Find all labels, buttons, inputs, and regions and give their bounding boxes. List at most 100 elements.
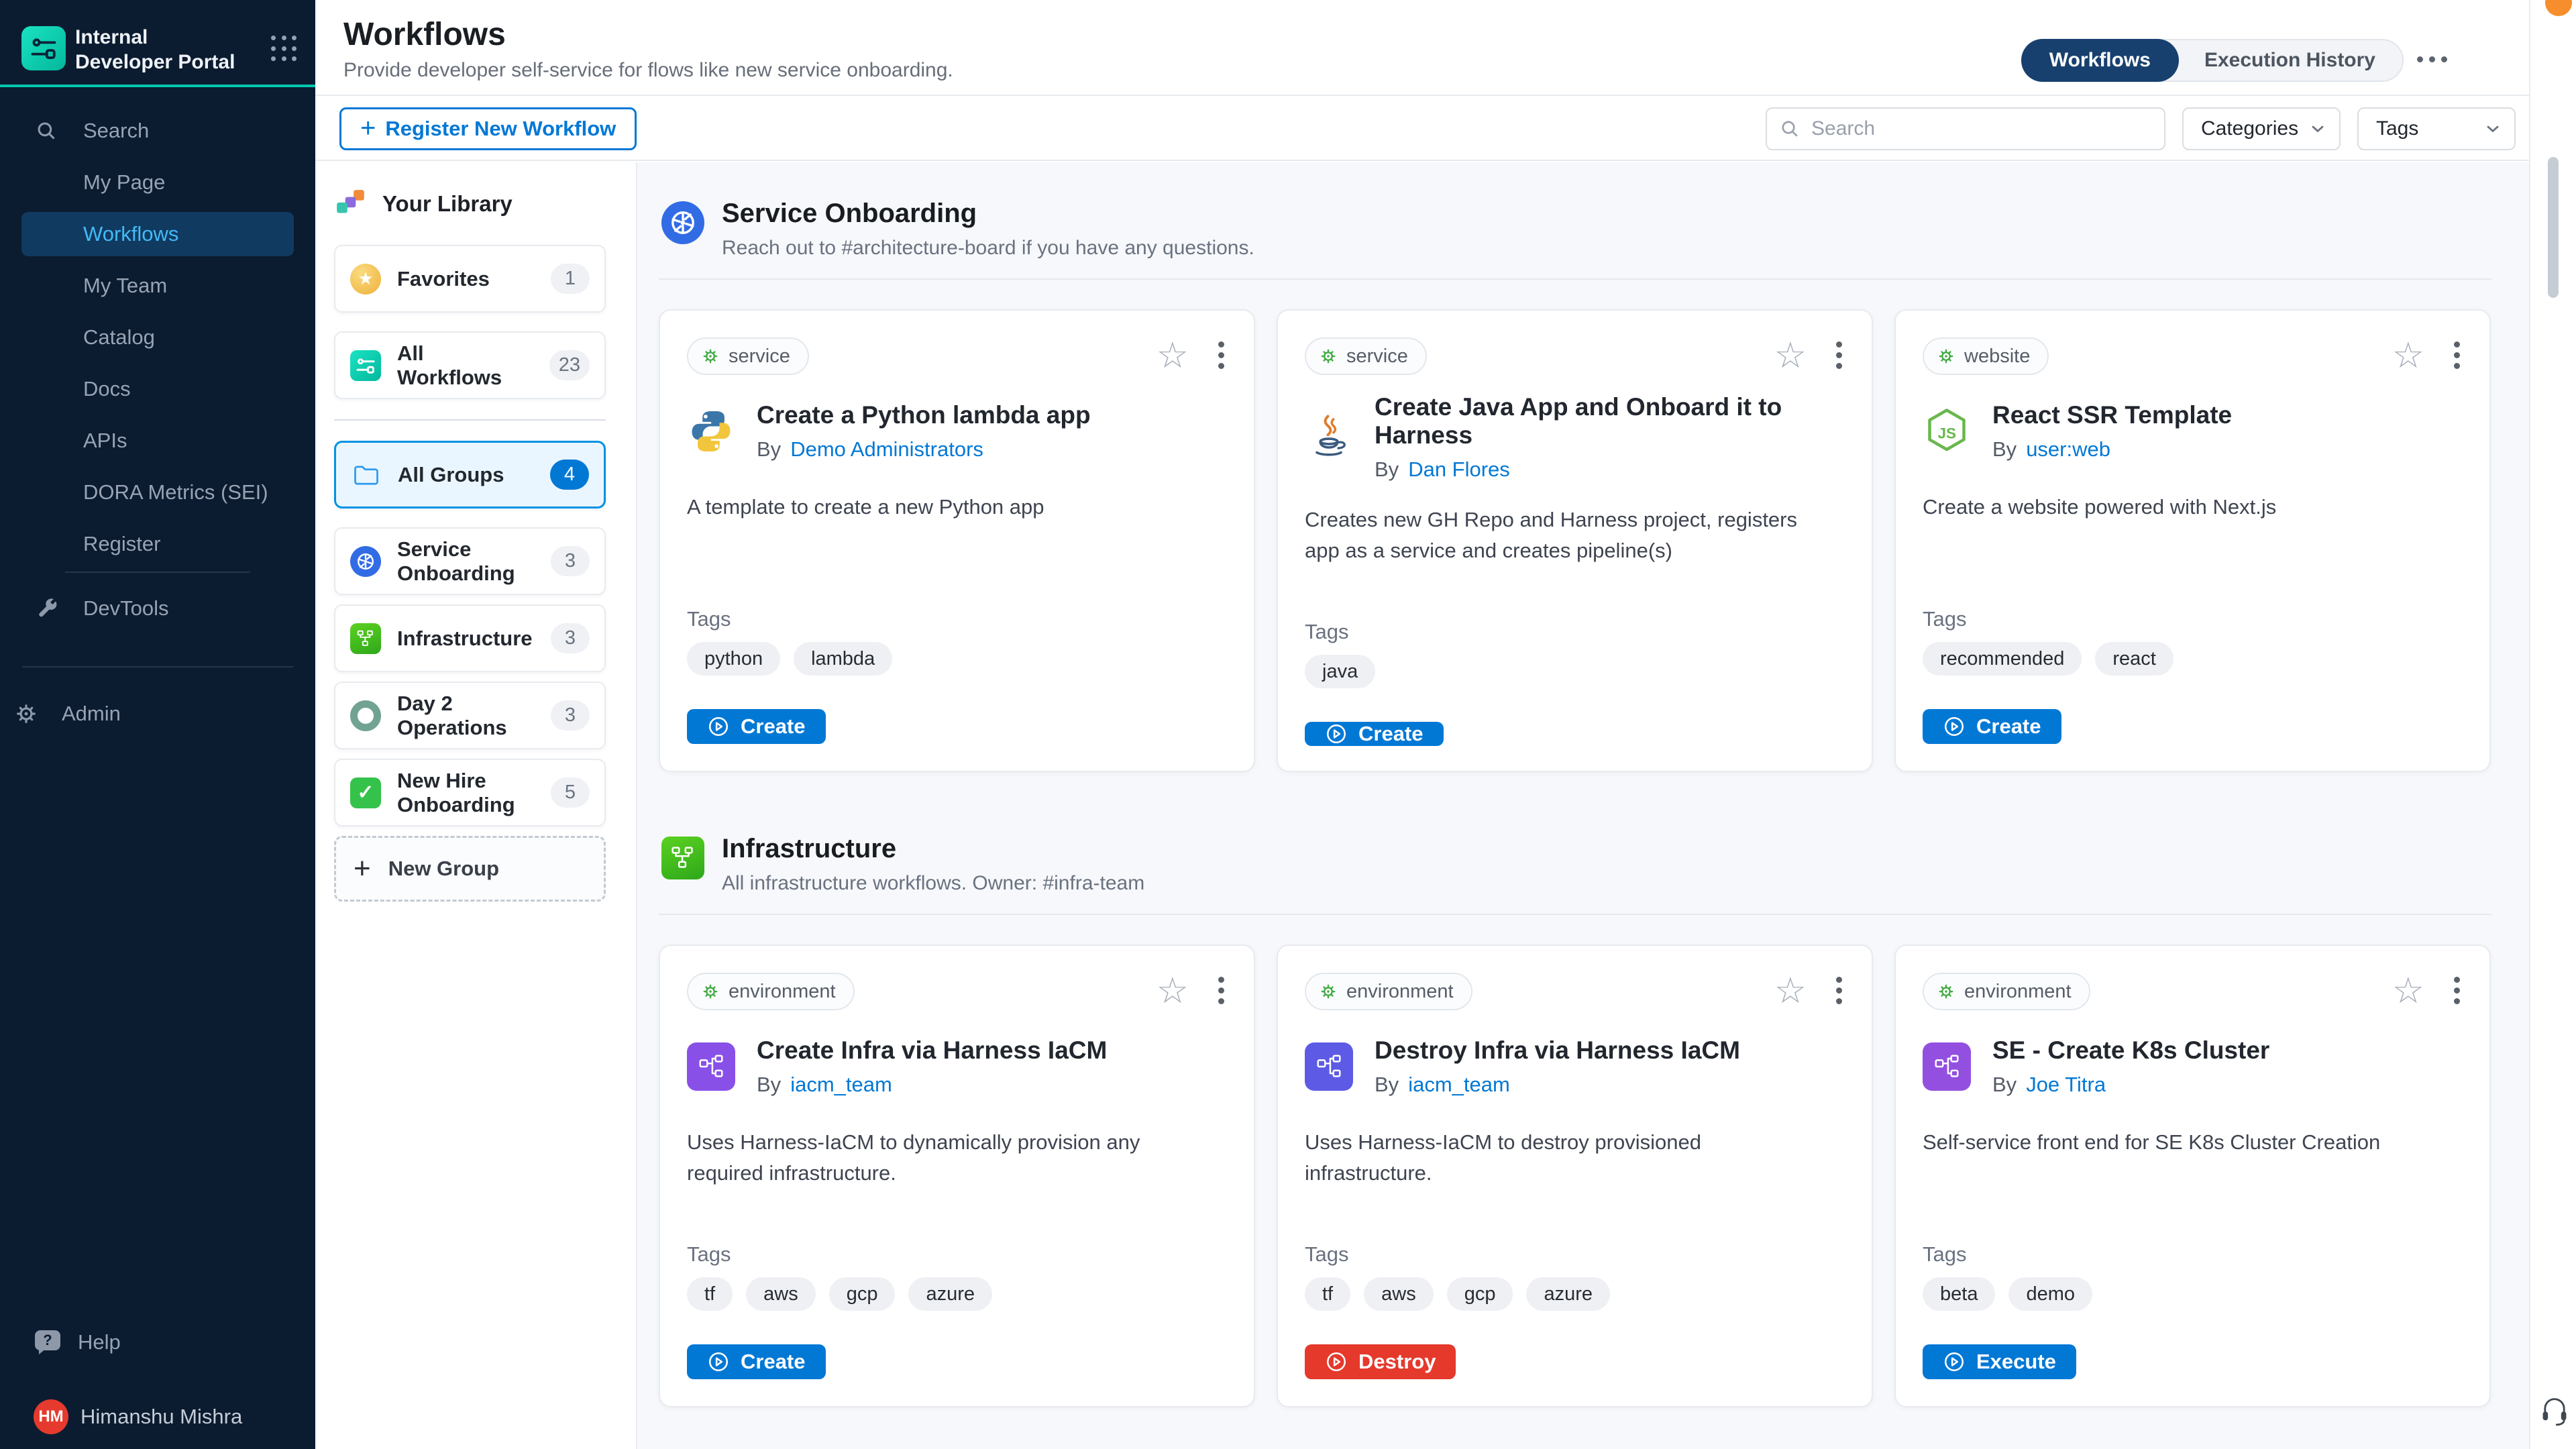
new-group-button[interactable]: New Group <box>334 836 606 902</box>
kebab-menu-icon[interactable] <box>2451 974 2463 1007</box>
tag-pill[interactable]: demo <box>2008 1277 2092 1311</box>
library-item-day2-operations[interactable]: Day 2 Operations 3 <box>334 682 606 749</box>
favorite-star-icon[interactable] <box>1157 976 1189 1006</box>
tag-pill[interactable]: aws <box>746 1277 816 1311</box>
tag-pill[interactable]: aws <box>1364 1277 1434 1311</box>
kebab-menu-icon[interactable] <box>1833 339 1845 372</box>
sidebar-item-my-team[interactable]: My Team <box>21 264 294 308</box>
infrastructure-icon <box>661 837 704 879</box>
by-label: By <box>757 1073 781 1097</box>
tag-pill[interactable]: gcp <box>1447 1277 1513 1311</box>
kebab-menu-icon[interactable] <box>1216 339 1227 372</box>
tag-pill[interactable]: tf <box>687 1277 733 1311</box>
tag-pill[interactable]: azure <box>908 1277 992 1311</box>
tags-filter-label: Tags <box>2376 117 2418 140</box>
favorite-star-icon[interactable] <box>1774 976 1807 1006</box>
card-description: Self-service front end for SE K8s Cluste… <box>1923 1127 2446 1216</box>
sidebar-item-search[interactable]: Search <box>21 109 294 153</box>
library-divider <box>334 419 606 421</box>
owner-link[interactable]: iacm_team <box>790 1073 892 1097</box>
kebab-menu-icon[interactable] <box>2451 339 2463 372</box>
favorite-star-icon[interactable] <box>2392 976 2424 1006</box>
sidebar-item-help[interactable]: ? Help <box>0 1320 315 1364</box>
tag-pill[interactable]: python <box>687 642 780 676</box>
section-title: Infrastructure <box>722 834 1144 864</box>
tag-pill[interactable]: lambda <box>794 642 892 676</box>
tag-pill[interactable]: java <box>1305 655 1375 688</box>
library-item-all-groups[interactable]: All Groups 4 <box>334 441 606 508</box>
tag-pill[interactable]: beta <box>1923 1277 1995 1311</box>
library-item-new-hire-onboarding[interactable]: New Hire Onboarding 5 <box>334 759 606 826</box>
page-header: Workflows Provide developer self-service… <box>315 0 2529 96</box>
owner-link[interactable]: Joe Titra <box>2026 1073 2106 1097</box>
python-icon <box>687 407 735 455</box>
sidebar-item-workflows[interactable]: Workflows <box>21 212 294 256</box>
tab-execution-history[interactable]: Execution History <box>2176 39 2404 82</box>
tag-pill[interactable]: azure <box>1526 1277 1610 1311</box>
app-grid-icon[interactable] <box>271 36 299 64</box>
count-badge: 23 <box>549 350 590 380</box>
library-item-all-workflows[interactable]: All Workflows 23 <box>334 331 606 399</box>
execute-button[interactable]: Execute <box>1923 1344 2076 1379</box>
plus-icon <box>354 854 371 883</box>
owner-link[interactable]: user:web <box>2026 437 2110 462</box>
notification-fab[interactable] <box>2545 0 2572 16</box>
favorite-star-icon[interactable] <box>1157 341 1189 370</box>
help-icon: ? <box>35 1330 64 1354</box>
tags-dropdown[interactable]: Tags <box>2357 107 2516 150</box>
tags-label: Tags <box>1305 1242 1845 1267</box>
kebab-menu-icon[interactable] <box>1833 974 1845 1007</box>
favorite-star-icon[interactable] <box>2392 341 2424 370</box>
badge-label: environment <box>729 981 836 1003</box>
sidebar-item-label: Register <box>21 532 160 556</box>
library-header: Your Library <box>334 187 606 221</box>
destroy-button[interactable]: Destroy <box>1305 1344 1456 1379</box>
tag-pill[interactable]: react <box>2095 642 2173 676</box>
owner-link[interactable]: Demo Administrators <box>790 437 983 462</box>
section-header-service-onboarding: Service Onboarding Reach out to #archite… <box>661 201 2529 260</box>
harness-logo-icon[interactable] <box>21 26 66 70</box>
register-button-label: Register New Workflow <box>385 117 616 141</box>
support-headset-icon[interactable] <box>2540 1394 2569 1430</box>
tag-pill[interactable]: tf <box>1305 1277 1350 1311</box>
scrollbar-thumb[interactable] <box>2548 157 2559 298</box>
kebab-menu-icon[interactable] <box>1216 974 1227 1007</box>
owner-link[interactable]: iacm_team <box>1408 1073 1510 1097</box>
library-item-favorites[interactable]: Favorites 1 <box>334 245 606 313</box>
create-button[interactable]: Create <box>687 709 826 744</box>
more-menu-icon[interactable] <box>2417 56 2447 62</box>
tag-pill[interactable]: gcp <box>829 1277 896 1311</box>
sidebar-user[interactable]: HM Himanshu Mishra <box>0 1397 315 1437</box>
card-description: A template to create a new Python app <box>687 492 1210 580</box>
count-badge: 3 <box>551 623 590 653</box>
gear-icon <box>0 701 62 727</box>
library-item-infrastructure[interactable]: Infrastructure 3 <box>334 604 606 672</box>
library-item-service-onboarding[interactable]: Service Onboarding 3 <box>334 527 606 595</box>
sidebar-item-catalog[interactable]: Catalog <box>21 315 294 360</box>
favorite-star-icon[interactable] <box>1774 341 1807 370</box>
tab-workflows[interactable]: Workflows <box>2021 39 2179 82</box>
create-button[interactable]: Create <box>1923 709 2061 744</box>
sidebar-item-docs[interactable]: Docs <box>21 367 294 411</box>
library-item-label: Day 2 Operations <box>397 692 535 740</box>
register-new-workflow-button[interactable]: Register New Workflow <box>339 107 637 150</box>
play-icon <box>707 1350 730 1373</box>
action-label: Execute <box>1976 1350 2056 1374</box>
sidebar-item-register[interactable]: Register <box>21 522 294 566</box>
tag-pill[interactable]: recommended <box>1923 642 2082 676</box>
search-input[interactable] <box>1766 107 2165 150</box>
create-button[interactable]: Create <box>1305 722 1444 746</box>
tags-label: Tags <box>687 1242 1227 1267</box>
iacm-icon <box>1305 1042 1353 1091</box>
sidebar-item-admin[interactable]: Admin <box>0 692 315 736</box>
sidebar-item-dora-metrics[interactable]: DORA Metrics (SEI) <box>21 470 294 515</box>
sidebar-item-apis[interactable]: APIs <box>21 419 294 463</box>
sidebar-item-my-page[interactable]: My Page <box>21 160 294 205</box>
badge-label: environment <box>1964 981 2072 1003</box>
create-button[interactable]: Create <box>687 1344 826 1379</box>
action-label: Create <box>1358 722 1424 746</box>
categories-dropdown[interactable]: Categories <box>2182 107 2341 150</box>
sidebar-item-devtools[interactable]: DevTools <box>21 586 294 631</box>
java-icon <box>1305 413 1353 462</box>
owner-link[interactable]: Dan Flores <box>1408 458 1510 482</box>
